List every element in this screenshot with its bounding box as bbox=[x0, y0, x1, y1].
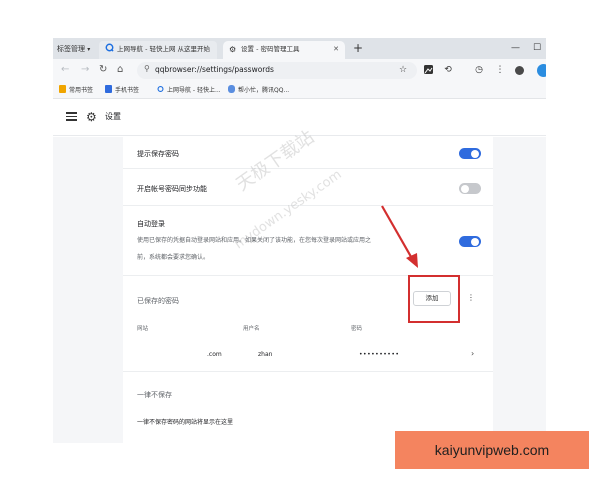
image-icon bbox=[423, 65, 433, 74]
caret-down-icon: ▾ bbox=[87, 46, 91, 53]
search-icon: ⚲ bbox=[144, 64, 150, 73]
qq-browser-icon bbox=[157, 85, 164, 93]
more-options-icon[interactable]: ⋮ bbox=[467, 292, 475, 304]
forward-icon[interactable]: → bbox=[81, 63, 89, 77]
bookmarks-bar: 常用书签 手机书签 上网导航 - 轻快上... 帮小忙，腾讯QQ... bbox=[53, 82, 546, 99]
annotation-arrow bbox=[381, 205, 418, 268]
new-tab-button[interactable]: + bbox=[353, 40, 363, 56]
toggle-knob bbox=[471, 237, 479, 246]
screenshot-tool-icon[interactable] bbox=[422, 64, 434, 76]
bookmark-icon bbox=[59, 85, 66, 93]
watermark-banner: kaiyunvipweb.com bbox=[395, 431, 589, 469]
tab-strip: 标签管理 ▾ 上网导航 - 轻快上网 从这里开始 ⚙ 设置 - 密码管理工具 ✕ … bbox=[53, 38, 546, 59]
cloud-icon bbox=[228, 85, 235, 93]
bookmark-label: 手机书签 bbox=[115, 87, 140, 94]
tab-label: 设置 - 密码管理工具 bbox=[241, 45, 300, 53]
maximize-icon[interactable]: ☐ bbox=[533, 41, 541, 55]
menu-dots-icon[interactable]: ⋮ bbox=[494, 64, 506, 76]
address-url: qqbrowser://settings/passwords bbox=[155, 65, 274, 74]
annotation-highlight-box bbox=[408, 275, 460, 323]
minimize-icon[interactable]: — bbox=[511, 41, 520, 55]
screenshot-stage: 标签管理 ▾ 上网导航 - 轻快上网 从这里开始 ⚙ 设置 - 密码管理工具 ✕ … bbox=[0, 0, 600, 480]
sync-label: 开启帐号密码同步功能 bbox=[137, 185, 207, 193]
sync-icon[interactable]: ⟲ bbox=[442, 64, 454, 76]
tab-navigation[interactable]: 上网导航 - 轻快上网 从这里开始 bbox=[99, 41, 217, 59]
sync-toggle[interactable] bbox=[459, 183, 481, 194]
hamburger-menu-icon[interactable] bbox=[66, 112, 77, 121]
close-tab-icon[interactable]: ✕ bbox=[333, 41, 339, 58]
star-bookmark-icon[interactable]: ☆ bbox=[397, 64, 409, 76]
entry-password: •••••••••• bbox=[359, 351, 400, 358]
toggle-knob bbox=[461, 184, 469, 193]
entry-site: .com bbox=[207, 351, 222, 358]
settings-gear-icon: ⚙ bbox=[86, 110, 97, 124]
tab-group-label: 标签管理 bbox=[57, 45, 85, 53]
gear-icon: ⚙ bbox=[229, 45, 237, 54]
home-icon[interactable]: ⌂ bbox=[117, 63, 123, 77]
address-bar[interactable]: ⚲ qqbrowser://settings/passwords bbox=[137, 62, 417, 79]
divider bbox=[123, 168, 493, 169]
column-header-site: 网站 bbox=[137, 326, 149, 332]
toggle-knob bbox=[471, 149, 479, 158]
qq-browser-icon bbox=[105, 43, 114, 52]
bookmark-item[interactable]: 常用书签 bbox=[59, 85, 93, 96]
bookmark-item[interactable]: 手机书签 bbox=[105, 85, 139, 96]
tab-label: 上网导航 - 轻快上网 从这里开始 bbox=[117, 45, 211, 53]
bookmark-label: 帮小忙，腾讯QQ... bbox=[238, 87, 290, 94]
divider bbox=[123, 371, 493, 372]
bookmark-item[interactable]: 帮小忙，腾讯QQ... bbox=[228, 85, 289, 96]
bookmark-icon bbox=[105, 85, 112, 93]
history-icon[interactable]: ◷ bbox=[473, 64, 485, 76]
page-title: 设置 bbox=[105, 112, 121, 121]
never-saved-description: 一律不保存密码的网站将显示在这里 bbox=[137, 419, 234, 426]
browser-window: 标签管理 ▾ 上网导航 - 轻快上网 从这里开始 ⚙ 设置 - 密码管理工具 ✕ … bbox=[53, 38, 546, 443]
profile-icon[interactable] bbox=[537, 64, 546, 77]
tab-settings-passwords[interactable]: ⚙ 设置 - 密码管理工具 ✕ bbox=[223, 41, 345, 59]
divider bbox=[123, 205, 493, 206]
tab-group-menu[interactable]: 标签管理 ▾ bbox=[57, 41, 90, 57]
bookmark-label: 上网导航 - 轻快上... bbox=[167, 87, 221, 94]
avatar[interactable] bbox=[515, 66, 524, 75]
offer-save-toggle[interactable] bbox=[459, 148, 481, 159]
saved-passwords-heading: 已保存的密码 bbox=[137, 297, 179, 305]
bookmark-item[interactable]: 上网导航 - 轻快上... bbox=[157, 85, 221, 96]
entry-username: zhan bbox=[258, 351, 273, 358]
autologin-toggle[interactable] bbox=[459, 236, 481, 247]
chevron-right-icon[interactable]: › bbox=[471, 349, 474, 358]
offer-save-label: 提示保存密码 bbox=[137, 150, 179, 158]
column-header-password: 密码 bbox=[351, 326, 363, 332]
autologin-description-cont: 前，系统都会要求您确认。 bbox=[137, 254, 210, 261]
bookmark-label: 常用书签 bbox=[69, 87, 94, 94]
autologin-label: 自动登录 bbox=[137, 220, 165, 228]
never-saved-heading: 一律不保存 bbox=[137, 391, 172, 399]
toolbar: ← → ↻ ⌂ ⚲ qqbrowser://settings/passwords… bbox=[53, 59, 546, 82]
back-icon[interactable]: ← bbox=[61, 63, 69, 77]
reload-icon[interactable]: ↻ bbox=[99, 63, 107, 77]
column-header-username: 用户名 bbox=[243, 326, 260, 332]
